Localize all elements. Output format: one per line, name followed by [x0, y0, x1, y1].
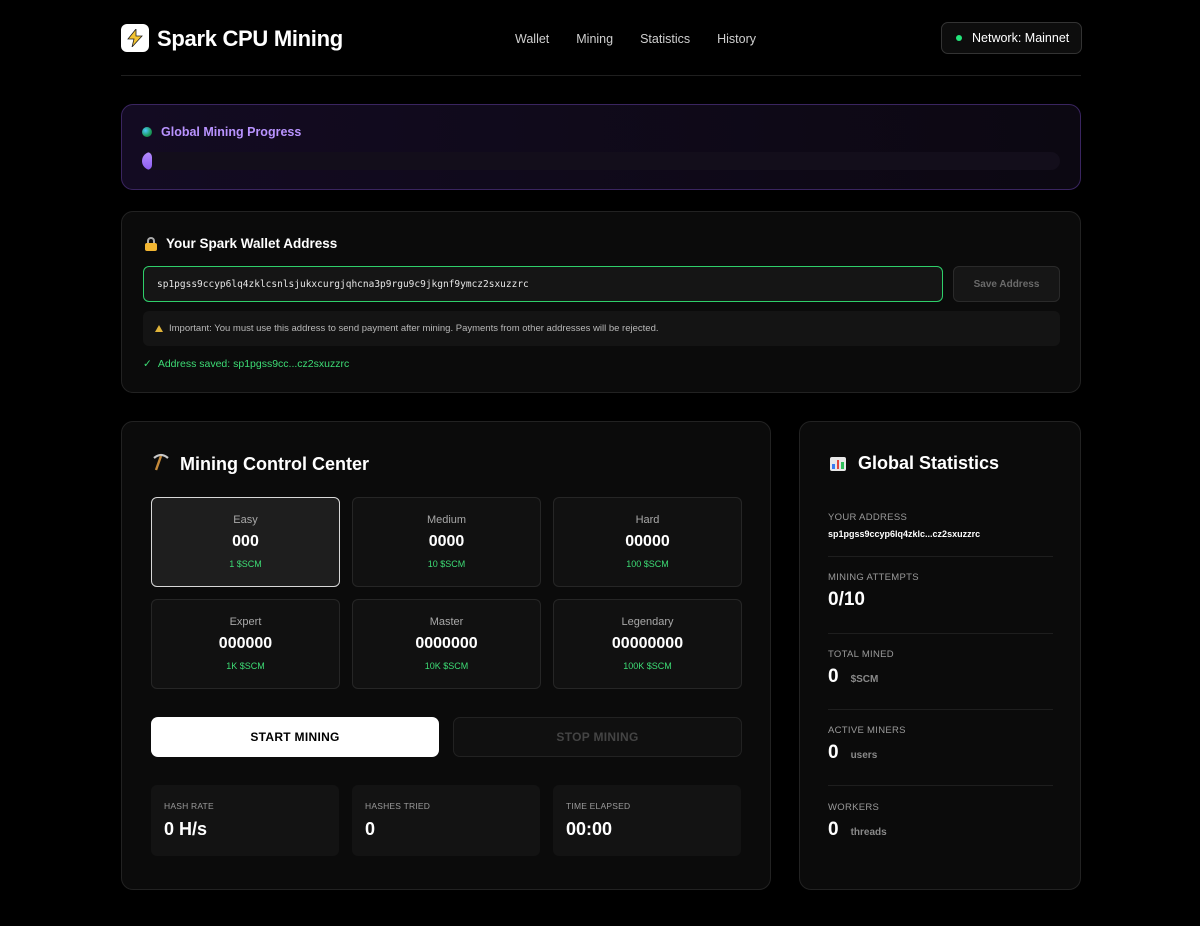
difficulty-reward: 10K $SCM: [424, 661, 469, 671]
difficulty-reward: 100 $SCM: [626, 559, 669, 569]
wallet-address-input[interactable]: [143, 266, 943, 302]
mining-title-text: Mining Control Center: [180, 454, 369, 474]
network-label: Network: Mainnet: [972, 31, 1070, 45]
main-nav: Wallet Mining Statistics History: [515, 32, 756, 46]
wallet-title: Your Spark Wallet Address: [144, 236, 337, 251]
global-title-text: Global Statistics: [858, 453, 1000, 473]
active-miners-number: 0: [828, 742, 839, 763]
pickaxe-icon: [152, 453, 170, 476]
workers-value: 0 threads: [828, 819, 1053, 841]
save-address-button[interactable]: Save Address: [953, 266, 1060, 302]
stat-value: 0 H/s: [164, 819, 208, 839]
active-miners-unit: users: [850, 750, 878, 761]
difficulty-name: Expert: [229, 616, 262, 628]
total-mined-unit: $SCM: [850, 674, 879, 685]
workers-item: WORKERS 0 threads: [828, 802, 1053, 858]
mining-stats-row: HASH RATE 0 H/s HASHES TRIED 0 TIME ELAP…: [151, 785, 741, 856]
global-progress-card: Global Mining Progress: [121, 104, 1081, 190]
global-title: Global Statistics: [830, 453, 999, 474]
total-mined-item: TOTAL MINED 0 $SCM: [828, 649, 1053, 710]
difficulty-zeros: 000: [232, 533, 259, 550]
warning-text: Important: You must use this address to …: [169, 323, 659, 334]
top-header: Spark CPU Mining Wallet Mining Statistic…: [121, 22, 1082, 76]
difficulty-name: Legendary: [621, 616, 674, 628]
difficulty-zeros: 000000: [218, 635, 273, 652]
progress-bar-fill: [142, 152, 153, 170]
difficulty-reward: 100K $SCM: [623, 661, 672, 671]
mining-attempts-item: MINING ATTEMPTS 0/10: [828, 572, 1053, 634]
difficulty-grid: Easy 000 1 $SCM Medium 0000 10 $SCM Hard…: [151, 497, 742, 689]
progress-bar: [142, 152, 1060, 170]
difficulty-hard[interactable]: Hard 00000 100 $SCM: [553, 497, 742, 587]
difficulty-zeros: 0000000: [415, 635, 478, 652]
bar-chart-icon: [830, 456, 846, 471]
address-saved-text: Address saved: sp1pgss9cc...cz2sxuzzrc: [157, 358, 350, 370]
stat-label: HASH RATE: [164, 801, 214, 811]
your-address-label: YOUR ADDRESS: [828, 512, 908, 523]
global-statistics-card: Global Statistics YOUR ADDRESS sp1pgss9c…: [799, 421, 1081, 890]
your-address-value: sp1pgss9ccyp6lq4zklc...cz2sxuzzrc: [828, 529, 981, 539]
lightning-bolt-icon: [121, 24, 149, 52]
mining-attempts-value: 0/10: [828, 589, 1053, 611]
difficulty-zeros: 0000: [428, 533, 465, 550]
status-dot-icon: [956, 35, 962, 41]
attempts-number: 0/10: [828, 589, 865, 610]
brand-title: Spark CPU Mining: [157, 26, 343, 51]
nav-mining[interactable]: Mining: [576, 32, 613, 46]
difficulty-name: Easy: [233, 514, 258, 526]
warning-notice: Important: You must use this address to …: [143, 311, 1060, 346]
active-miners-label: ACTIVE MINERS: [828, 725, 906, 736]
difficulty-zeros: 00000000: [611, 635, 684, 652]
difficulty-name: Hard: [635, 514, 660, 526]
stat-value: 0: [365, 819, 376, 839]
nav-history[interactable]: History: [717, 32, 756, 46]
stop-mining-button[interactable]: STOP MINING: [453, 717, 742, 757]
hash-rate-stat: HASH RATE 0 H/s: [151, 785, 339, 856]
time-elapsed-stat: TIME ELAPSED 00:00: [553, 785, 741, 856]
total-mined-number: 0: [828, 666, 839, 687]
globe-icon: [142, 127, 152, 137]
workers-unit: threads: [850, 827, 887, 838]
total-mined-value: 0 $SCM: [828, 666, 1053, 688]
difficulty-reward: 10 $SCM: [427, 559, 466, 569]
network-badge[interactable]: Network: Mainnet: [941, 22, 1082, 54]
mining-attempts-label: MINING ATTEMPTS: [828, 572, 919, 583]
mining-title: Mining Control Center: [152, 453, 369, 476]
nav-wallet[interactable]: Wallet: [515, 32, 549, 46]
workers-number: 0: [828, 819, 839, 840]
difficulty-reward: 1 $SCM: [229, 559, 262, 569]
mining-control-card: Mining Control Center Easy 000 1 $SCM Me…: [121, 421, 771, 890]
active-miners-value: 0 users: [828, 742, 1053, 764]
check-icon: ✓: [143, 358, 152, 370]
active-miners-item: ACTIVE MINERS 0 users: [828, 725, 1053, 786]
stat-value: 00:00: [566, 819, 613, 839]
difficulty-medium[interactable]: Medium 0000 10 $SCM: [352, 497, 541, 587]
stat-label: HASHES TRIED: [365, 801, 431, 811]
nav-statistics[interactable]: Statistics: [640, 32, 690, 46]
workers-label: WORKERS: [828, 802, 880, 813]
your-address-item: YOUR ADDRESS sp1pgss9ccyp6lq4zklc...cz2s…: [828, 512, 1053, 557]
difficulty-legendary[interactable]: Legendary 00000000 100K $SCM: [553, 599, 742, 689]
progress-title-text: Global Mining Progress: [161, 125, 302, 139]
difficulty-zeros: 00000: [625, 533, 670, 550]
lock-icon: [144, 236, 158, 251]
difficulty-master[interactable]: Master 0000000 10K $SCM: [352, 599, 541, 689]
difficulty-name: Master: [429, 616, 464, 628]
difficulty-reward: 1K $SCM: [226, 661, 265, 671]
total-mined-label: TOTAL MINED: [828, 649, 894, 660]
stat-label: TIME ELAPSED: [566, 801, 631, 811]
wallet-card: Your Spark Wallet Address Save Address I…: [121, 211, 1081, 393]
start-mining-button[interactable]: START MINING: [151, 717, 439, 757]
difficulty-expert[interactable]: Expert 000000 1K $SCM: [151, 599, 340, 689]
wallet-title-text: Your Spark Wallet Address: [166, 236, 338, 251]
difficulty-easy[interactable]: Easy 000 1 $SCM: [151, 497, 340, 587]
address-saved-message: ✓ Address saved: sp1pgss9cc...cz2sxuzzrc: [143, 358, 349, 370]
warning-icon: [155, 325, 163, 332]
difficulty-name: Medium: [426, 514, 467, 526]
hashes-tried-stat: HASHES TRIED 0: [352, 785, 540, 856]
progress-title: Global Mining Progress: [142, 125, 301, 139]
